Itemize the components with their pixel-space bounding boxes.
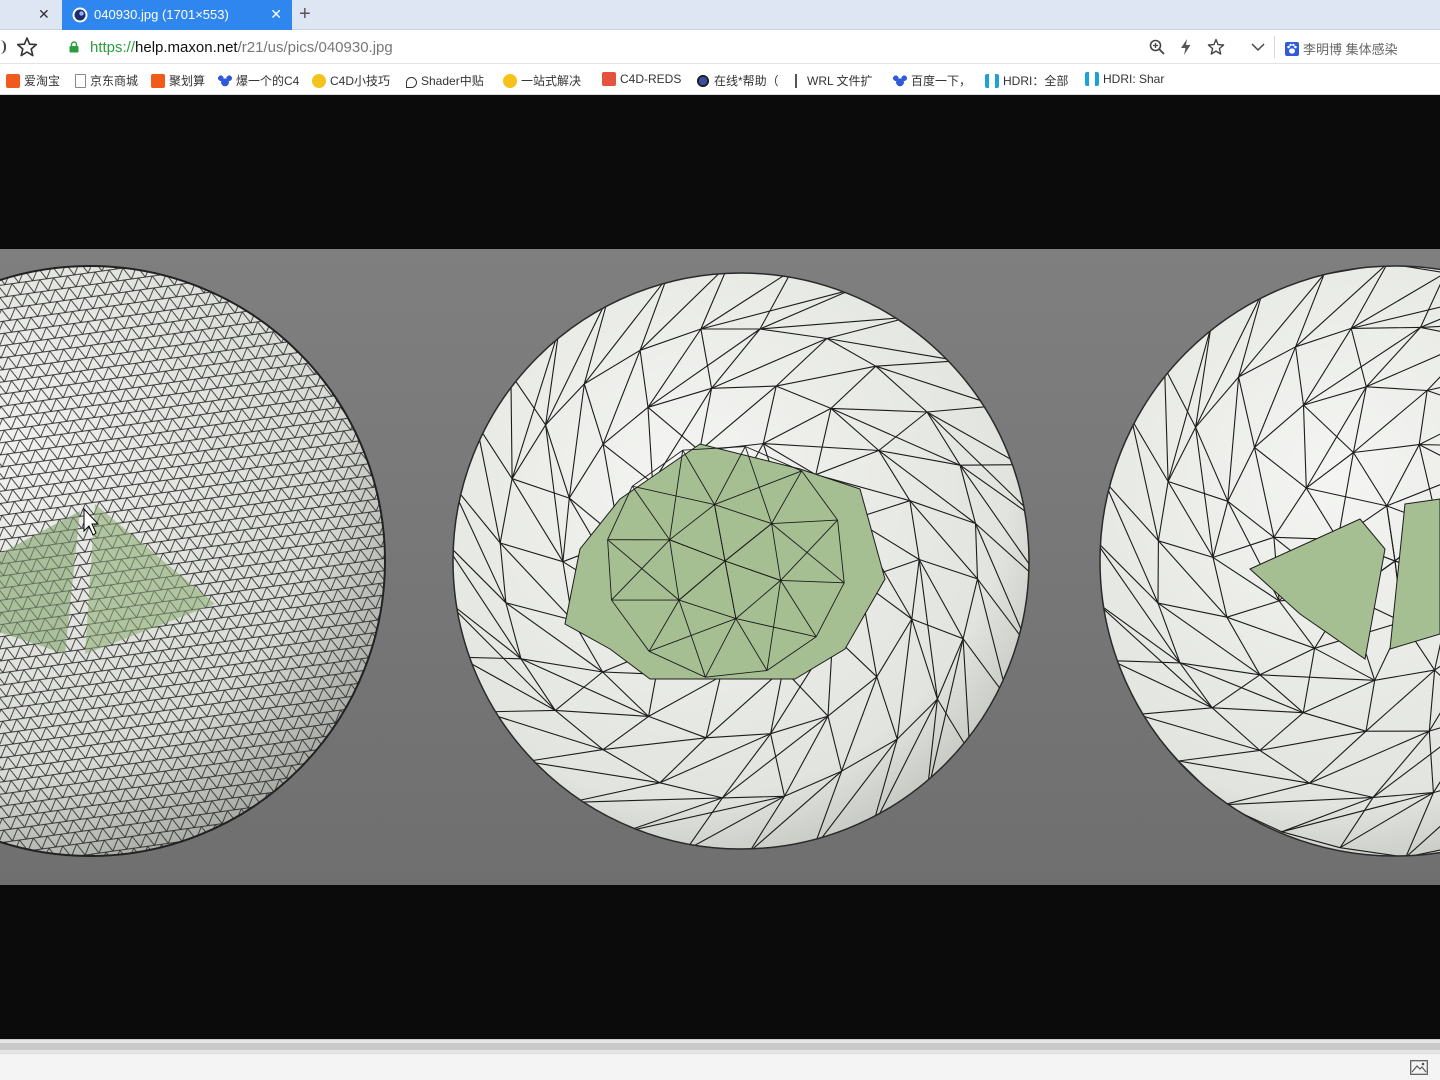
bookmark-item[interactable]: 爱淘宝 [6,72,68,88]
jianshu-icon [602,72,616,86]
lock-icon [69,41,79,53]
bookmark-item[interactable]: 在线*帮助（ [696,72,784,88]
bookmark-item[interactable]: 爆一个的C4 [218,72,302,88]
displayed-image[interactable] [0,249,1440,885]
mesh-spheres-illustration [0,265,1440,857]
bookmark-label: HDRI：全部 [1003,74,1069,88]
dense-mesh-sphere [0,265,386,857]
baidu-paw-icon [893,74,907,88]
favorite-star-icon[interactable] [16,36,38,58]
bookmark-star-icon[interactable] [1207,38,1225,56]
bookmark-label: 爆一个的C4 [236,74,300,88]
scrollbar-thumb[interactable] [0,1043,1440,1050]
cinema4d-icon [696,74,710,88]
image-viewer [0,95,1440,1039]
zhihu-icon [503,74,517,88]
bookmark-label: 京东商城 [90,74,139,88]
status-bar [0,1053,1440,1080]
partial-mesh-sphere [1099,265,1440,857]
bookmark-item[interactable]: HDRI: Shar [1085,72,1169,88]
bookmark-label: Shader中贴 [421,74,484,88]
horizontal-scrollbar[interactable] [0,1039,1440,1053]
link-icon [795,74,803,88]
bookmark-item[interactable]: Shader中贴 [406,72,494,88]
bookmark-item[interactable]: 京东商城 [75,72,145,88]
bookmark-item[interactable]: C4D-REDS [602,72,686,88]
tab-strip: ✕ 040930.jpg (1701×553) ✕ + [0,0,1440,30]
tab-title: 040930.jpg (1701×553) [94,7,229,22]
url-field[interactable]: https://help.maxon.net/r21/us/pics/04093… [90,39,393,56]
bookmark-item[interactable]: HDRI：全部 [985,72,1075,88]
bookmark-item[interactable]: C4D小技巧 [312,72,394,88]
page-icon [75,74,86,88]
new-tab-button[interactable]: + [299,3,311,25]
back-icon[interactable] [0,40,6,54]
bookmark-item[interactable]: 聚划算 [151,72,211,88]
bookmark-label: C4D-REDS [620,72,682,86]
bookmarks-bar: 爱淘宝 京东商城 聚划算 爆一个的C4 C4D小技巧 Shader中贴 一站式解… [0,64,1440,95]
taobao-icon [151,74,165,88]
bookmark-label: 一站式解决 [521,74,582,88]
bookmark-label: 爱淘宝 [24,74,61,88]
cinema4d-icon [72,7,88,23]
url-scheme: https:// [90,39,136,56]
url-path: /r21/us/pics/040930.jpg [237,39,393,56]
coarse-mesh-sphere [452,272,1030,850]
hdri-icon [1085,72,1099,86]
tab-previous[interactable]: ✕ [0,0,62,30]
bookmark-item[interactable]: 一站式解决 [503,72,591,88]
chevron-down-icon[interactable] [1249,38,1267,56]
taobao-icon [6,74,20,88]
hot-search-text: 李明博 集体感染 [1303,42,1398,57]
bookmark-item[interactable]: 百度一下， [893,72,975,88]
zhihu-icon [312,74,326,88]
hdri-icon [985,74,999,88]
bookmark-label: C4D小技巧 [330,74,391,88]
pen-icon [406,77,417,88]
image-icon[interactable] [1410,1060,1428,1075]
bookmark-label: 百度一下， [911,74,972,88]
zoom-icon[interactable] [1148,38,1166,56]
address-bar: https://help.maxon.net/r21/us/pics/04093… [0,30,1440,64]
tab-close-icon[interactable]: ✕ [270,6,282,22]
url-host: help.maxon.net [135,39,238,56]
bookmark-label: 聚划算 [169,74,206,88]
lightning-icon[interactable] [1177,38,1195,56]
hot-search-link[interactable]: 李明博 集体感染 [1285,39,1398,58]
bookmark-label: 在线*帮助（ [714,74,779,88]
baidu-paw-icon [218,74,232,88]
bookmark-item[interactable]: WRL 文件扩 [795,72,881,88]
bookmark-label: HDRI: Shar [1103,72,1165,86]
bookmark-label: WRL 文件扩 [807,74,873,88]
tab-active[interactable]: 040930.jpg (1701×553) ✕ [62,0,292,30]
baidu-paw-icon [1285,42,1299,56]
divider [1274,36,1275,58]
tab-close-icon[interactable]: ✕ [38,6,50,22]
